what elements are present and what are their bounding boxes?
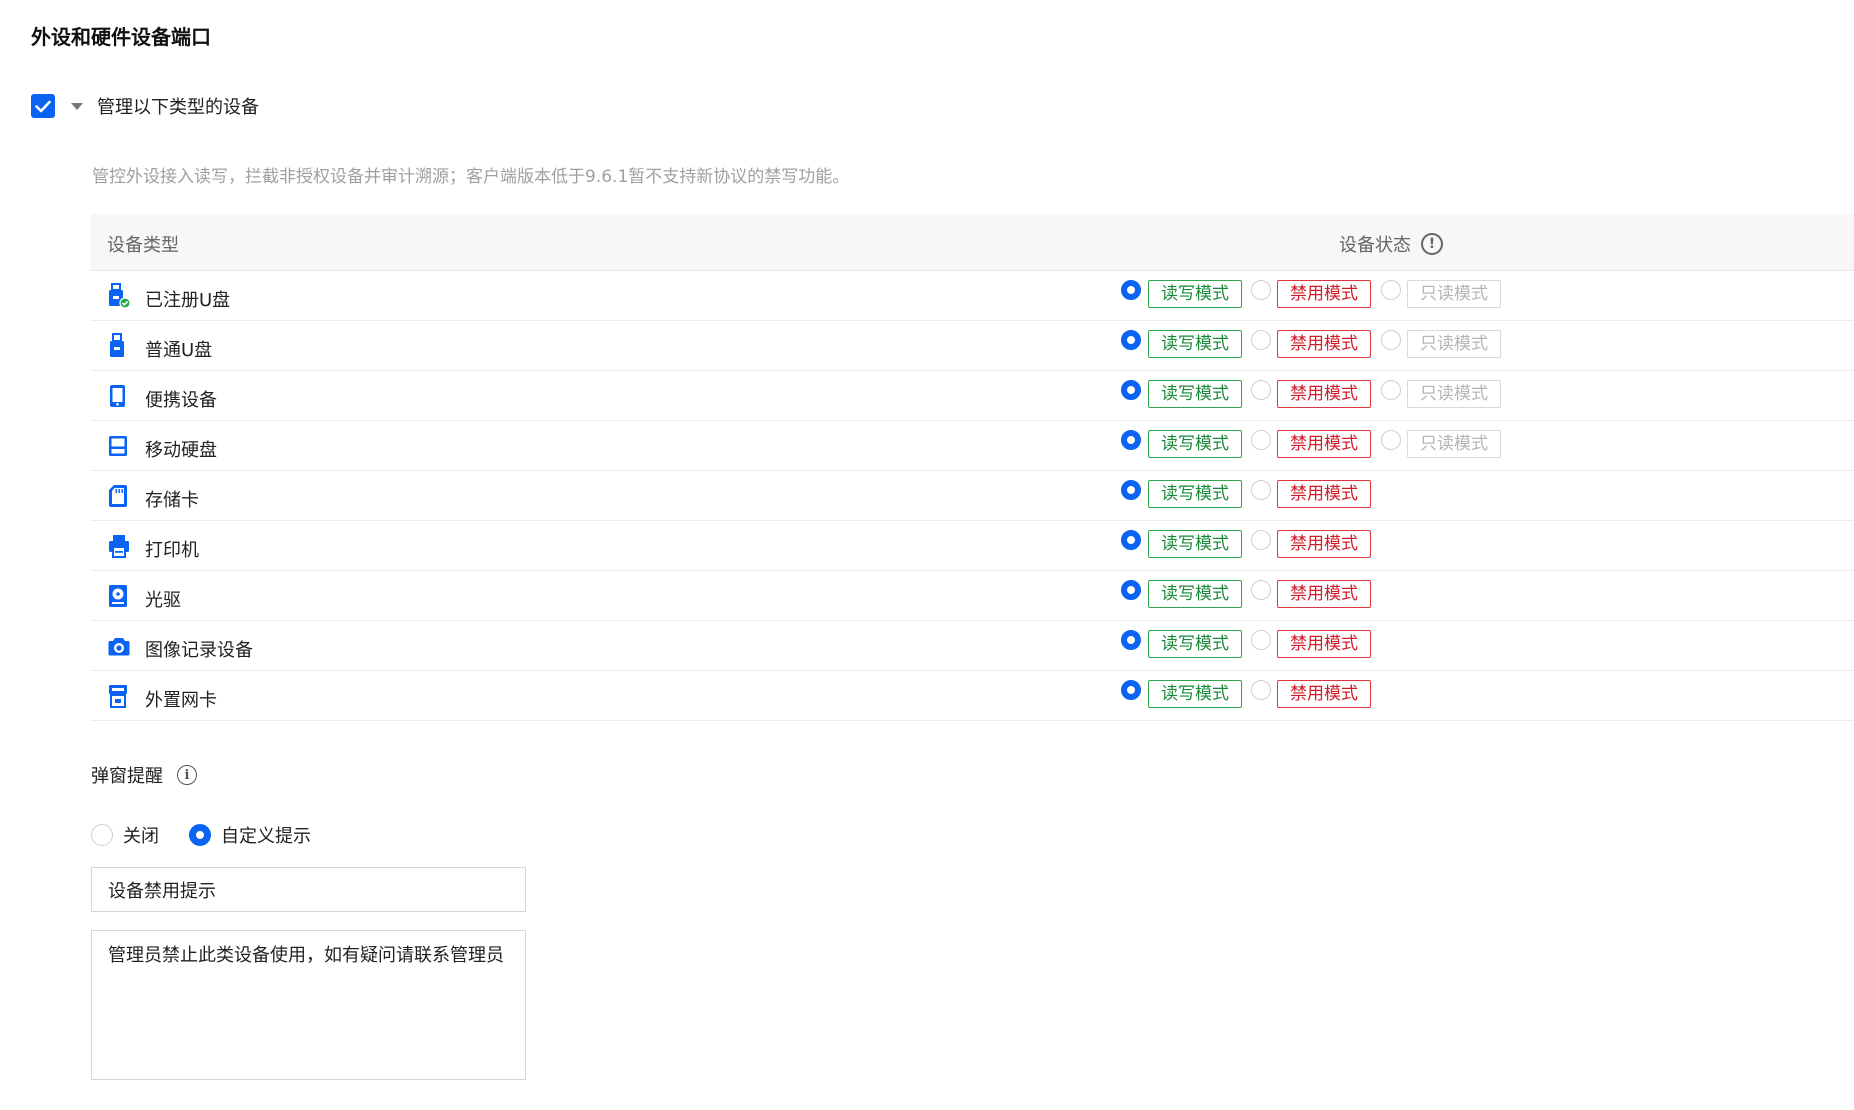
radio-rw-mode[interactable]: [1121, 680, 1141, 700]
tag-ban-mode[interactable]: 禁用模式: [1277, 530, 1371, 558]
radio-ban-mode[interactable]: [1251, 330, 1271, 350]
popup-message-textarea[interactable]: [91, 930, 526, 1080]
tag-ban-mode[interactable]: 禁用模式: [1277, 380, 1371, 408]
device-name: 打印机: [145, 540, 199, 561]
tag-rw-mode[interactable]: 读写模式: [1148, 480, 1242, 508]
device-table: 设备类型 设备状态 ! 已注册U盘 读写模式 禁用模式 只读模式 普通U盘 读写模式 禁用模…: [91, 214, 1854, 721]
popup-reminder-row: 弹窗提醒 i: [91, 762, 197, 788]
tag-rw-mode[interactable]: 读写模式: [1148, 580, 1242, 608]
radio-close-label: 关闭: [123, 826, 159, 847]
radio-ban-mode[interactable]: [1251, 630, 1271, 650]
column-header-device-status: 设备状态 !: [1339, 231, 1443, 257]
radio-close[interactable]: 关闭: [91, 822, 159, 848]
radio-ban-mode[interactable]: [1251, 280, 1271, 300]
radio-ban-mode[interactable]: [1251, 380, 1271, 400]
table-row: 便携设备 读写模式 禁用模式 只读模式: [91, 371, 1854, 421]
portable-device-icon: [107, 383, 129, 409]
device-name: 外置网卡: [145, 690, 217, 711]
table-body: 已注册U盘 读写模式 禁用模式 只读模式 普通U盘 读写模式 禁用模式 只读模式 便携设备 读写模…: [91, 271, 1854, 721]
tag-ro-mode[interactable]: 只读模式: [1407, 330, 1501, 358]
table-row: 普通U盘 读写模式 禁用模式 只读模式: [91, 321, 1854, 371]
radio-ban-mode[interactable]: [1251, 530, 1271, 550]
table-row: 存储卡 读写模式 禁用模式: [91, 471, 1854, 521]
tag-ban-mode[interactable]: 禁用模式: [1277, 580, 1371, 608]
device-name: 普通U盘: [145, 340, 213, 361]
table-row: 打印机 读写模式 禁用模式: [91, 521, 1854, 571]
device-name: 已注册U盘: [145, 290, 231, 311]
table-row: 外置网卡 读写模式 禁用模式: [91, 671, 1854, 721]
caret-down-icon[interactable]: [71, 102, 83, 110]
radio-close-circle[interactable]: [91, 824, 113, 846]
radio-ro-mode[interactable]: [1381, 280, 1401, 300]
registered-usb-icon: [107, 283, 131, 309]
info-icon[interactable]: i: [177, 765, 197, 785]
radio-ban-mode[interactable]: [1251, 680, 1271, 700]
printer-icon: [107, 533, 129, 559]
radio-rw-mode[interactable]: [1121, 580, 1141, 600]
tag-rw-mode[interactable]: 读写模式: [1148, 280, 1242, 308]
tag-ro-mode[interactable]: 只读模式: [1407, 380, 1501, 408]
tag-ban-mode[interactable]: 禁用模式: [1277, 330, 1371, 358]
camera-icon: [107, 633, 130, 659]
radio-rw-mode[interactable]: [1121, 480, 1141, 500]
radio-rw-mode[interactable]: [1121, 630, 1141, 650]
radio-rw-mode[interactable]: [1121, 330, 1141, 350]
manage-devices-checkbox[interactable]: [31, 94, 55, 118]
table-row: 光驱 读写模式 禁用模式: [91, 571, 1854, 621]
tag-ban-mode[interactable]: 禁用模式: [1277, 480, 1371, 508]
external-hdd-icon: [107, 433, 129, 459]
table-row: 已注册U盘 读写模式 禁用模式 只读模式: [91, 271, 1854, 321]
tag-ban-mode[interactable]: 禁用模式: [1277, 680, 1371, 708]
tag-rw-mode[interactable]: 读写模式: [1148, 630, 1242, 658]
device-name: 光驱: [145, 590, 181, 611]
radio-ro-mode[interactable]: [1381, 430, 1401, 450]
table-header: 设备类型 设备状态 !: [91, 214, 1854, 271]
manage-devices-row: 管理以下类型的设备: [31, 92, 259, 120]
tag-rw-mode[interactable]: 读写模式: [1148, 530, 1242, 558]
radio-rw-mode[interactable]: [1121, 280, 1141, 300]
table-row: 移动硬盘 读写模式 禁用模式 只读模式: [91, 421, 1854, 471]
device-status-label: 设备状态: [1339, 235, 1411, 256]
tag-ban-mode[interactable]: 禁用模式: [1277, 280, 1371, 308]
tag-ro-mode[interactable]: 只读模式: [1407, 430, 1501, 458]
device-name: 存储卡: [145, 490, 199, 511]
tag-rw-mode[interactable]: 读写模式: [1148, 330, 1242, 358]
optical-drive-icon: [107, 583, 129, 609]
column-header-device-type: 设备类型: [107, 235, 179, 256]
radio-rw-mode[interactable]: [1121, 430, 1141, 450]
device-name: 图像记录设备: [145, 640, 253, 661]
exclamation-icon[interactable]: !: [1421, 233, 1443, 255]
tag-rw-mode[interactable]: 读写模式: [1148, 380, 1242, 408]
usb-icon: [107, 333, 129, 359]
tag-ban-mode[interactable]: 禁用模式: [1277, 630, 1371, 658]
popup-title-input[interactable]: [91, 867, 526, 912]
table-row: 图像记录设备 读写模式 禁用模式: [91, 621, 1854, 671]
radio-custom-label: 自定义提示: [221, 826, 311, 847]
section-title: 外设和硬件设备端口: [31, 25, 211, 49]
popup-reminder-label: 弹窗提醒: [91, 766, 163, 787]
radio-custom-circle[interactable]: [189, 824, 211, 846]
radio-ro-mode[interactable]: [1381, 380, 1401, 400]
network-card-icon: [107, 683, 129, 709]
popup-radio-group: 关闭 自定义提示: [91, 822, 341, 848]
description-text: 管控外设接入读写，拦截非授权设备并审计溯源；客户端版本低于9.6.1暂不支持新协…: [92, 167, 850, 187]
device-name: 移动硬盘: [145, 440, 217, 461]
tag-rw-mode[interactable]: 读写模式: [1148, 430, 1242, 458]
sd-card-icon: [107, 483, 129, 509]
tag-rw-mode[interactable]: 读写模式: [1148, 680, 1242, 708]
radio-ban-mode[interactable]: [1251, 580, 1271, 600]
radio-ro-mode[interactable]: [1381, 330, 1401, 350]
check-icon: [35, 100, 51, 112]
manage-devices-label: 管理以下类型的设备: [97, 97, 259, 118]
radio-rw-mode[interactable]: [1121, 380, 1141, 400]
tag-ro-mode[interactable]: 只读模式: [1407, 280, 1501, 308]
radio-rw-mode[interactable]: [1121, 530, 1141, 550]
radio-custom[interactable]: 自定义提示: [189, 822, 311, 848]
radio-ban-mode[interactable]: [1251, 430, 1271, 450]
tag-ban-mode[interactable]: 禁用模式: [1277, 430, 1371, 458]
radio-ban-mode[interactable]: [1251, 480, 1271, 500]
device-name: 便携设备: [145, 390, 217, 411]
